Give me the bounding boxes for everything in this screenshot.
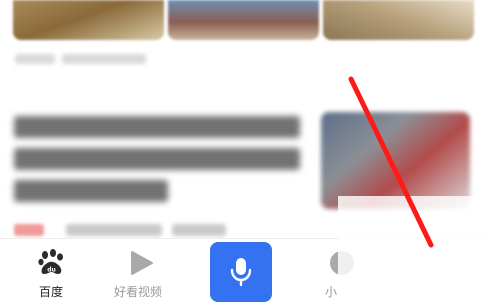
voice-search-button[interactable]	[210, 242, 272, 302]
nav-item-baidu[interactable]: du 百度	[22, 239, 82, 305]
news-title-line-2	[14, 148, 300, 170]
feed-meta-comments	[62, 54, 146, 64]
top-feed-images	[0, 0, 487, 40]
play-triangle-icon	[131, 251, 153, 275]
news-thumbnail	[321, 112, 470, 209]
nav-label-baidu: 百度	[39, 285, 64, 299]
nav-item-haokan-video[interactable]: 好看视频	[108, 239, 174, 305]
microphone-icon	[230, 258, 252, 287]
news-comments	[172, 224, 226, 236]
news-source	[66, 224, 162, 236]
overlay-panel	[338, 196, 487, 305]
feed-meta-source	[15, 54, 55, 64]
svg-text:du: du	[47, 267, 56, 274]
baidu-paw-icon: du	[38, 249, 63, 274]
feed-image-2[interactable]	[168, 0, 319, 40]
feed-image-1[interactable]	[13, 0, 164, 40]
nav-label-xiao: 小	[325, 285, 338, 299]
news-title-line-3	[14, 180, 168, 202]
nav-label-haokan-video: 好看视频	[114, 285, 163, 299]
feed-image-3[interactable]	[323, 0, 474, 40]
news-title-line-1	[14, 116, 300, 138]
news-tag	[14, 224, 44, 236]
